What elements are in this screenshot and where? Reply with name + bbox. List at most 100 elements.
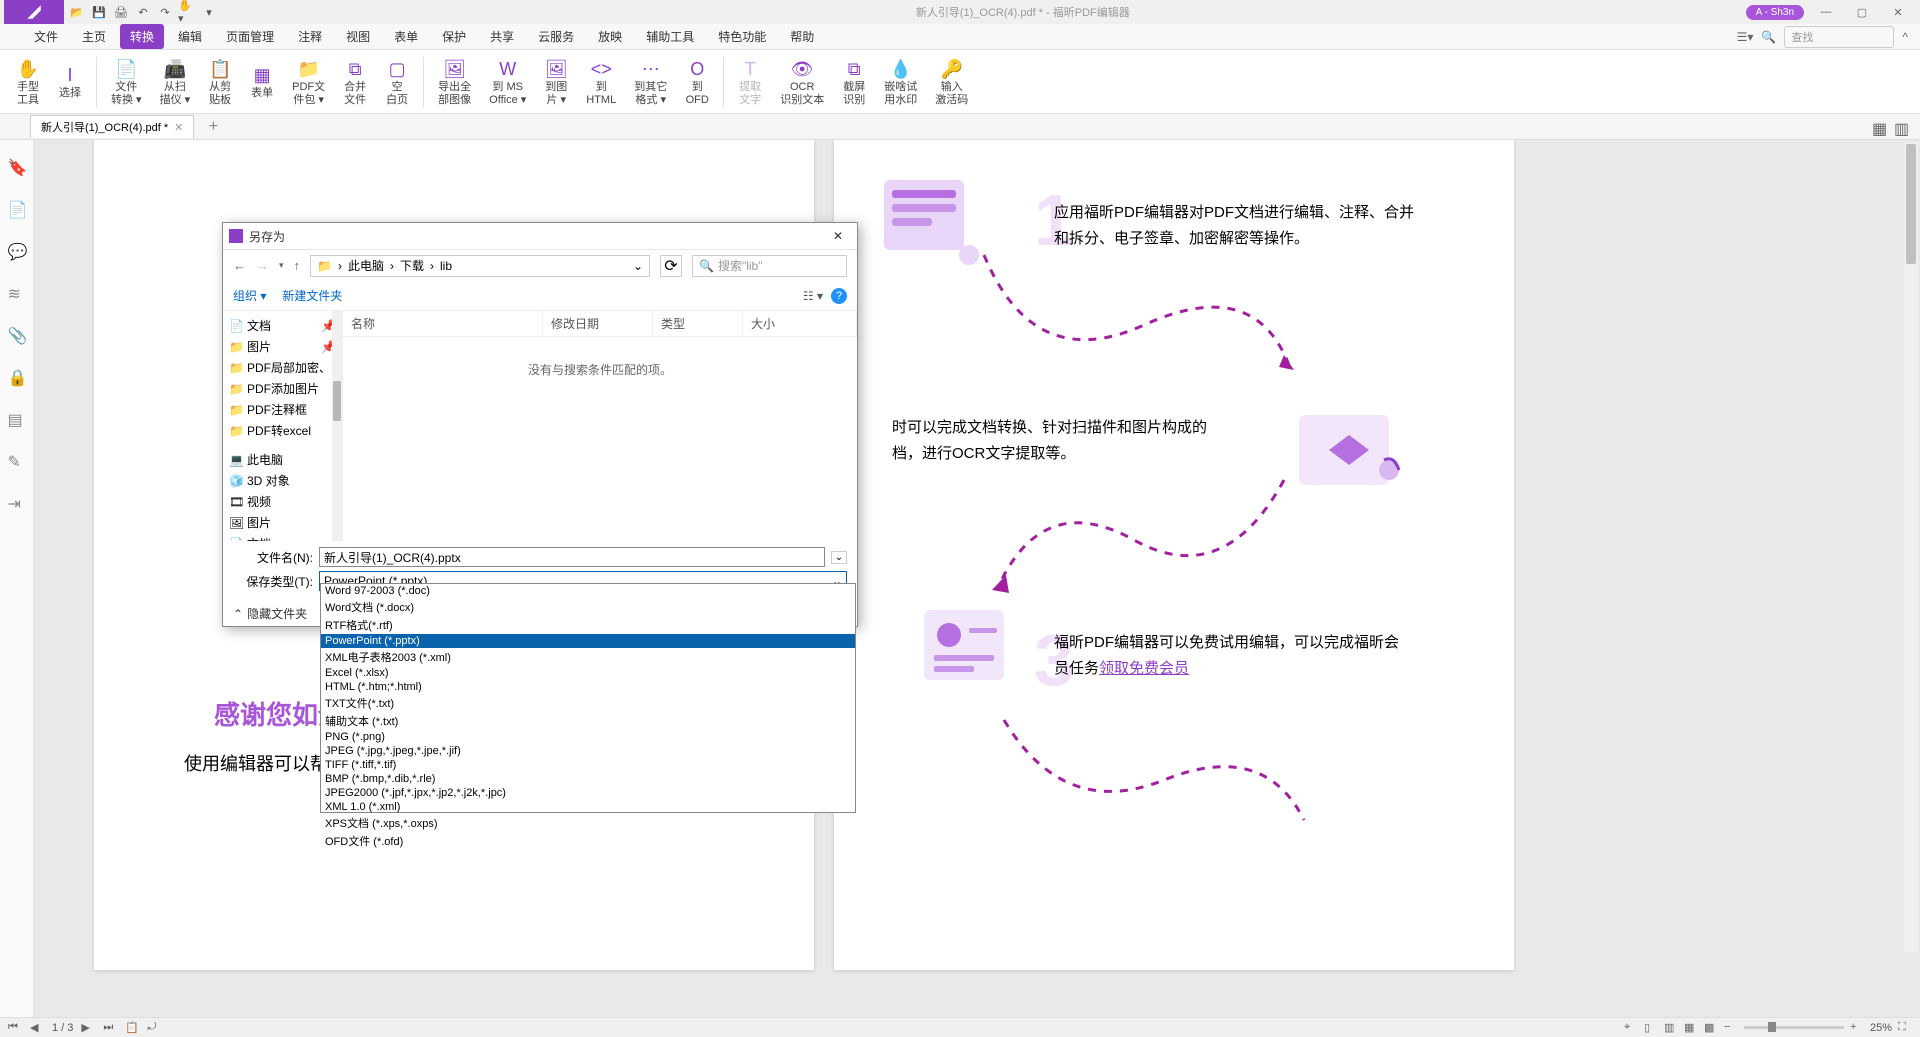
ribbon-嵌啥试用水印[interactable]: 💧嵌啥试 用水印 [876,53,925,109]
close-tab-icon[interactable]: ✕ [174,121,183,134]
menu-帮助[interactable]: 帮助 [780,24,824,49]
sb-next-icon[interactable]: ▶ [81,1021,95,1035]
menu-保护[interactable]: 保护 [432,24,476,49]
column-name[interactable]: 名称 [343,311,543,336]
zoom-value[interactable]: 25% [1870,1022,1892,1034]
format-option[interactable]: JPEG2000 (*.jpf,*.jpx,*.jp2,*.j2k,*.jpc) [321,786,855,800]
view-facing-icon[interactable]: ▦ [1684,1021,1698,1035]
qat-print-icon[interactable]: 🖨 [112,3,130,21]
format-option[interactable]: XML电子表格2003 (*.xml) [321,648,855,666]
menu-共享[interactable]: 共享 [480,24,524,49]
address-bar[interactable]: 📁 › 此电脑› 下载› lib ⌄ [310,255,650,277]
ribbon-从扫描仪[interactable]: 📠从扫 描仪 ▾ [152,53,199,109]
view-mode-grid-icon[interactable]: ▦ [1872,119,1888,135]
tree-文档[interactable]: 📄文档📌 [225,315,340,336]
format-option[interactable]: Word 97-2003 (*.doc) [321,584,855,598]
sb-first-icon[interactable]: ⏮ [8,1021,22,1035]
menu-视图[interactable]: 视图 [336,24,380,49]
ribbon-文件转换[interactable]: 📄文件 转换 ▾ [103,53,150,109]
view-single-icon[interactable]: ▯ [1644,1021,1658,1035]
format-option[interactable]: JPEG (*.jpg,*.jpeg,*.jpe,*.jif) [321,744,855,758]
format-option[interactable]: Excel (*.xlsx) [321,666,855,680]
format-option[interactable]: OFD文件 (*.ofd) [321,832,855,850]
menu-页面管理[interactable]: 页面管理 [216,24,284,49]
tree-文档[interactable]: 📄文档 [225,533,340,541]
zoom-slider[interactable] [1744,1026,1844,1029]
format-option[interactable]: 辅助文本 (*.txt) [321,712,855,730]
minimize-button[interactable]: — [1812,2,1840,22]
format-option[interactable]: PowerPoint (*.pptx) [321,634,855,648]
add-tab-button[interactable]: + [204,118,222,136]
tree-PDF注释框[interactable]: 📁PDF注释框 [225,399,340,420]
view-contfacing-icon[interactable]: ▩ [1704,1021,1718,1035]
format-option[interactable]: PNG (*.png) [321,730,855,744]
column-date[interactable]: 修改日期 [543,311,653,336]
qat-redo-icon[interactable]: ↷ [156,3,174,21]
ribbon-选择[interactable]: I选择 [50,59,90,103]
ribbon-到其它格式[interactable]: ⋯到其它 格式 ▾ [626,53,675,109]
user-badge[interactable]: A - Sh3n [1746,5,1804,20]
attachments-icon[interactable]: 📎 [8,326,26,344]
vertical-scrollbar[interactable] [1904,142,1918,952]
view-mode-single-icon[interactable]: ▥ [1894,119,1910,135]
qat-more-icon[interactable]: ▾ [200,3,218,21]
document-tab[interactable]: 新人引导(1)_OCR(4).pdf * ✕ [30,115,194,138]
fullscreen-icon[interactable]: ⛶ [1898,1021,1912,1035]
ribbon-collapse-icon[interactable]: ^ [1902,30,1908,44]
tree-视频[interactable]: 🎞视频 [225,491,340,512]
ribbon-PDF文件包[interactable]: 📁PDF文 件包 ▾ [284,53,333,109]
view-options-icon[interactable]: ☷ ▾ [803,289,823,303]
format-option[interactable]: TXT文件(*.txt) [321,694,855,712]
panel-toggle-icon[interactable]: ⇥ [8,494,26,512]
ribbon-到MSOffice[interactable]: W到 MS Office ▾ [481,53,534,109]
ribbon-空白页[interactable]: ▢空 白页 [377,53,417,109]
maximize-button[interactable]: ▢ [1848,2,1876,22]
view-continuous-icon[interactable]: ▥ [1664,1021,1678,1035]
format-option[interactable]: TIFF (*.tiff,*.tif) [321,758,855,772]
format-option[interactable]: XML 1.0 (*.xml) [321,800,855,814]
form-icon[interactable]: ▤ [8,410,26,428]
sb-clipboard-icon[interactable]: 📋 [125,1021,139,1035]
ribbon-OCR识别文本[interactable]: 👁OCR 识别文本 [772,53,832,109]
dialog-search-input[interactable]: 🔍 搜索"lib" [692,255,847,277]
dialog-close-button[interactable]: ✕ [825,227,851,245]
menu-表单[interactable]: 表单 [384,24,428,49]
tree-PDF添加图片[interactable]: 📁PDF添加图片 [225,378,340,399]
help-icon[interactable]: ? [831,288,847,304]
menu-编辑[interactable]: 编辑 [168,24,212,49]
ribbon-导出全部图像[interactable]: 🖼导出全 部图像 [430,53,479,109]
ribbon-输入激活码[interactable]: 🔑输入 激活码 [927,53,976,109]
signature-icon[interactable]: ✎ [8,452,26,470]
ribbon-表单[interactable]: ▦表单 [242,59,282,103]
organize-button[interactable]: 组织 ▾ [233,287,266,304]
format-option[interactable]: RTF格式(*.rtf) [321,616,855,634]
format-option[interactable]: HTML (*.htm;*.html) [321,680,855,694]
new-folder-button[interactable]: 新建文件夹 [282,287,342,304]
column-type[interactable]: 类型 [653,311,743,336]
nav-recent-dropdown[interactable]: ▾ [279,260,284,271]
menu-云服务[interactable]: 云服务 [528,24,584,49]
tree-此电脑[interactable]: 💻此电脑 [225,449,340,470]
nav-forward-icon[interactable]: → [256,258,269,273]
zoom-out-icon[interactable]: − [1724,1021,1738,1035]
tree-PDF转excel[interactable]: 📁PDF转excel [225,420,340,441]
format-option[interactable]: Word文档 (*.docx) [321,598,855,616]
menu-转换[interactable]: 转换 [120,24,164,49]
menu-放映[interactable]: 放映 [588,24,632,49]
sb-prev-icon[interactable]: ◀ [30,1021,44,1035]
format-option[interactable]: XPS文档 (*.xps,*.oxps) [321,814,855,832]
sb-cursor-icon[interactable]: ⌖ [1624,1021,1638,1035]
close-button[interactable]: ✕ [1884,2,1912,22]
menu-辅助工具[interactable]: 辅助工具 [636,24,704,49]
qat-save-icon[interactable]: 💾 [90,3,108,21]
qat-undo-icon[interactable]: ↶ [134,3,152,21]
ribbon-到OFD[interactable]: O到 OFD [677,53,717,109]
tree-图片[interactable]: 📁图片📌 [225,336,340,357]
page-indicator[interactable]: 1 / 3 [52,1022,73,1034]
format-option[interactable]: BMP (*.bmp,*.dib,*.rle) [321,772,855,786]
nav-up-icon[interactable]: ↑ [294,258,301,273]
qat-hand-icon[interactable]: ✋▾ [178,3,196,21]
ribbon-截屏识别[interactable]: ⧉截屏 识别 [834,53,874,109]
tree-scrollbar[interactable] [332,311,342,541]
pages-icon[interactable]: 📄 [8,200,26,218]
